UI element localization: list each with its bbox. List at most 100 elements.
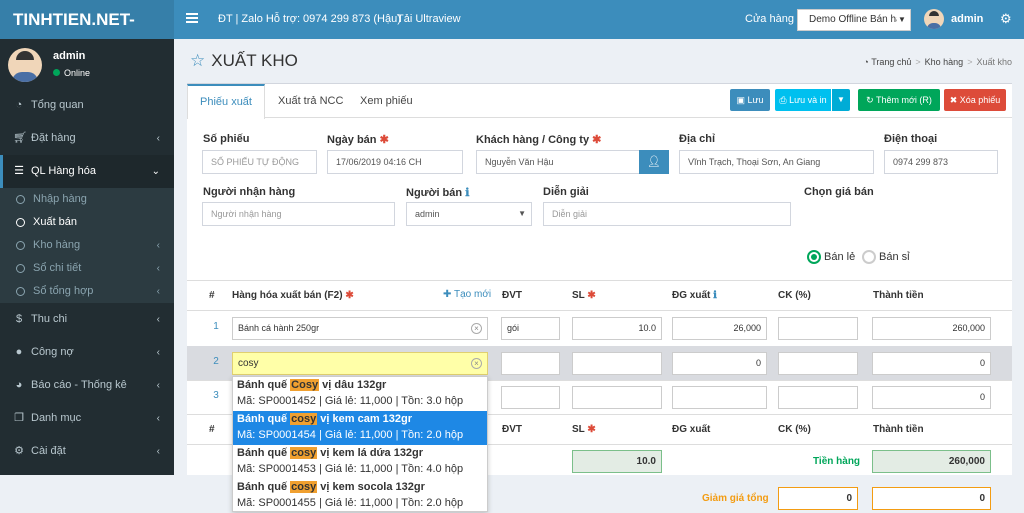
suggestion-name-match: Cosy: [290, 379, 320, 391]
add-product-link[interactable]: ✚ Tạo mới: [443, 289, 491, 300]
save-button[interactable]: ▣ Lưu: [730, 89, 770, 111]
row2-unit-input[interactable]: [501, 352, 560, 375]
tien-hang-value: 260,000: [872, 450, 991, 473]
chevron-left-icon: ‹: [156, 413, 160, 424]
so-phieu-input[interactable]: SỐ PHIẾU TỰ ĐỘNG: [202, 150, 317, 174]
sidebar-item-label: Báo cáo - Thống kê: [31, 379, 127, 391]
user-menu[interactable]: admin: [951, 13, 983, 25]
save-print-dropdown[interactable]: ▼: [832, 89, 850, 111]
label-dien-thoai: Điện thoại: [884, 133, 938, 145]
row3-price-input[interactable]: [672, 386, 767, 409]
save-print-button[interactable]: ⎙ Lưu và in: [775, 89, 831, 111]
row3-total-input[interactable]: 0: [872, 386, 991, 409]
main-content: ☆ XUẤT KHO ◔ Trang chủ > Kho hàng > Xuất kho …: [174, 39, 1024, 512]
clear-icon[interactable]: ×: [471, 323, 482, 334]
dien-giai-input[interactable]: Diễn giải: [543, 202, 791, 226]
breadcrumb-kho-hang[interactable]: Kho hàng: [925, 57, 964, 67]
col-header-num: #: [209, 290, 215, 301]
row3-discount-input[interactable]: [778, 386, 858, 409]
radio-ban-si[interactable]: Bán sỉ: [862, 250, 910, 264]
submenu-item-label: Nhập hàng: [33, 193, 87, 205]
submenu-item-so-chi-tiet[interactable]: Sổ chi tiết ‹: [0, 257, 174, 280]
submenu-item-so-tong-hop[interactable]: Sổ tổng hợp ‹: [0, 280, 174, 303]
dia-chi-input[interactable]: Vĩnh Trạch, Thoại Sơn, An Giang: [679, 150, 874, 174]
app-logo[interactable]: TINHTIEN.NET-Sales: [0, 0, 174, 68]
add-customer-icon[interactable]: 👤︎: [639, 150, 669, 174]
suggestion-name-post: vị kem lá dứa 132gr: [317, 447, 424, 459]
row1-product-input[interactable]: Bánh cá hành 250gr ×: [232, 317, 488, 340]
sidebar-item-danh-muc[interactable]: ❐ Danh mục ‹: [0, 402, 174, 435]
hotline-link[interactable]: ĐT | Zalo Hỗ trợ: 0974 299 873 (Hậu): [218, 13, 401, 25]
row2-product-value: cosy: [238, 358, 259, 369]
add-new-button[interactable]: ↻ Thêm mới (R): [858, 89, 940, 111]
row-number: 2: [213, 356, 219, 367]
sidebar-item-thu-chi[interactable]: $ Thu chi ‹: [0, 303, 174, 336]
submenu-item-xuat-ban[interactable]: Xuất bán: [0, 211, 174, 234]
print-icon: ⎙: [779, 95, 790, 105]
sidebar-user-name: admin: [53, 50, 86, 62]
row1-unit-input[interactable]: gói: [501, 317, 560, 340]
ngay-ban-input[interactable]: 17/06/2019 04:16 CH: [327, 150, 463, 174]
khach-hang-input[interactable]: Nguyễn Văn Hậu: [476, 150, 640, 174]
suggestion-item-selected[interactable]: Bánh quế cosy vị kem cam 132gr Mã: SP000…: [233, 411, 487, 445]
suggestion-item[interactable]: Bánh quế cosy vị kem socola 132gr Mã: SP…: [233, 479, 487, 513]
gears-icon[interactable]: ⚙: [1000, 11, 1012, 27]
tab-xem-phieu[interactable]: Xem phiếu: [348, 84, 425, 118]
suggestion-name-match: cosy: [290, 481, 318, 493]
radio-ban-le[interactable]: Bán lẻ: [807, 250, 855, 264]
sidebar-item-ql-hang-hoa[interactable]: ☰ QL Hàng hóa ⌄: [0, 155, 174, 188]
sidebar-item-bao-cao[interactable]: ◕ Báo cáo - Thống kê ‹: [0, 369, 174, 402]
sidebar-item-label: Thu chi: [31, 313, 68, 325]
store-select[interactable]: Demo Offline Bán hàn ▼: [797, 9, 911, 31]
pie-chart-icon: ◕: [15, 379, 23, 391]
sidebar-item-tong-quan[interactable]: ◔ Tổng quan: [0, 89, 174, 122]
dashboard-icon: ◔: [15, 99, 23, 111]
floppy-icon: ▣: [736, 95, 748, 105]
sidebar-toggle-icon[interactable]: [186, 13, 198, 23]
sidebar-item-dat-hang[interactable]: 🛒︎ Đặt hàng ‹: [0, 122, 174, 155]
row3-unit-input[interactable]: [501, 386, 560, 409]
circle-icon: [16, 241, 25, 250]
label-chon-gia: Chọn giá bán: [804, 186, 874, 198]
footer-header-total: Thành tiền: [873, 424, 924, 435]
sidebar-item-label: Công nợ: [31, 346, 74, 358]
ultraview-link[interactable]: Tải Ultraview: [397, 13, 461, 25]
row1-total-input[interactable]: 260,000: [872, 317, 991, 340]
row1-qty-input[interactable]: 10.0: [572, 317, 662, 340]
dien-thoai-input[interactable]: 0974 299 873: [884, 150, 998, 174]
label-ngay-ban-text: Ngày bán: [327, 134, 377, 146]
tab-phieu-xuat[interactable]: Phiếu xuất: [187, 84, 265, 119]
nguoi-ban-value: admin: [415, 209, 440, 219]
row2-discount-input[interactable]: [778, 352, 858, 375]
nguoi-nhan-input[interactable]: Người nhận hàng: [202, 202, 395, 226]
row2-price-input[interactable]: 0: [672, 352, 767, 375]
delete-button[interactable]: ✖ Xóa phiếu: [944, 89, 1006, 111]
row1-discount-input[interactable]: [778, 317, 858, 340]
submenu-item-nhap-hang[interactable]: Nhập hàng: [0, 188, 174, 211]
user-avatar[interactable]: [924, 9, 944, 29]
giam-gia-label: Giảm giá tổng: [702, 493, 769, 504]
circle-icon: [16, 195, 25, 204]
giam-gia-pct-input[interactable]: 0: [778, 487, 858, 510]
avatar: [8, 48, 42, 82]
row1-price-input[interactable]: 26,000: [672, 317, 767, 340]
row1-product-value: Bánh cá hành 250gr: [238, 323, 320, 333]
chevron-down-icon: ⌄: [151, 166, 160, 177]
giam-gia-input[interactable]: 0: [872, 487, 991, 510]
tab-xuat-tra-ncc[interactable]: Xuất trả NCC: [266, 84, 355, 118]
row2-qty-input[interactable]: [572, 352, 662, 375]
nguoi-ban-select[interactable]: admin ▼: [406, 202, 532, 226]
suggestion-name-post: vị kem socola 132gr: [317, 481, 425, 493]
row2-product-input[interactable]: cosy ×: [232, 352, 488, 375]
suggestion-item[interactable]: Bánh quế Cosy vị dâu 132gr Mã: SP0001452…: [233, 377, 487, 411]
breadcrumb-home[interactable]: Trang chủ: [871, 57, 911, 67]
sidebar-item-cai-dat[interactable]: ⚙ Cài đặt ‹: [0, 435, 174, 468]
page-title: ☆ XUẤT KHO: [190, 51, 298, 71]
submenu-item-kho-hang[interactable]: Kho hàng ‹: [0, 234, 174, 257]
clear-icon[interactable]: ×: [471, 358, 482, 369]
row2-total-input[interactable]: 0: [872, 352, 991, 375]
sidebar-item-cong-no[interactable]: ● Công nợ ‹: [0, 336, 174, 369]
suggestion-item[interactable]: Bánh quế cosy vị kem lá dứa 132gr Mã: SP…: [233, 445, 487, 479]
row3-qty-input[interactable]: [572, 386, 662, 409]
chevron-down-icon: ▼: [518, 209, 526, 218]
